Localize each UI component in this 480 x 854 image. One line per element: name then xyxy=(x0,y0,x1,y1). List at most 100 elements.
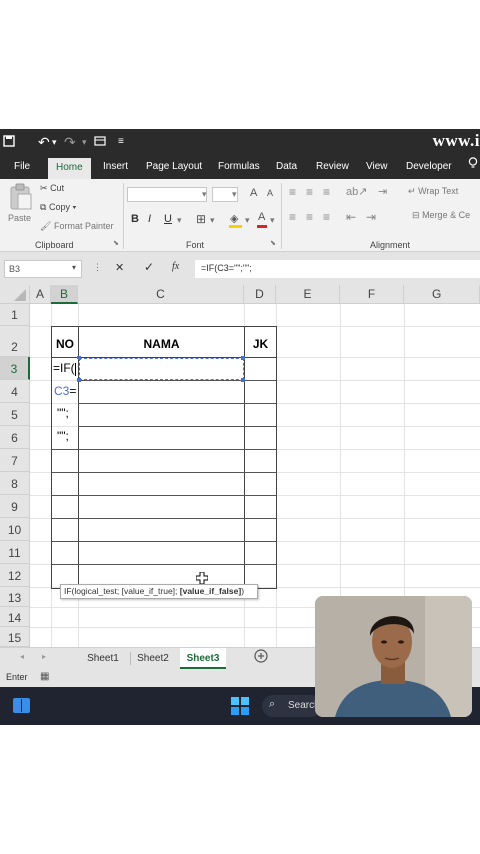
indent-icon[interactable]: ⇥ xyxy=(378,185,387,198)
taskbar-search[interactable]: ⌕ Search xyxy=(262,695,322,717)
windows-start-icon[interactable] xyxy=(231,697,249,720)
tab-file[interactable]: File xyxy=(14,155,30,179)
row-header-12[interactable]: 12 xyxy=(0,564,30,587)
sheet-tab-sheet3[interactable]: Sheet3 xyxy=(180,648,226,669)
row-header-11[interactable]: 11 xyxy=(0,541,30,564)
save-icon[interactable] xyxy=(3,133,15,151)
font-group-label: Font xyxy=(186,240,205,250)
borders-dropdown-icon[interactable]: ▾ xyxy=(210,215,215,226)
row-header-6[interactable]: 6 xyxy=(0,426,30,449)
cut-button[interactable]: ✂ Cut xyxy=(40,183,64,194)
shrink-font-button[interactable]: A xyxy=(267,188,273,198)
enter-button[interactable]: ✓ xyxy=(144,260,154,274)
scroll-right-icon[interactable]: ▸ xyxy=(42,652,46,661)
row-header-1[interactable]: 1 xyxy=(0,304,30,326)
format-painter-button[interactable]: 🖌 Format Painter xyxy=(40,221,113,232)
formula-input[interactable]: =IF(C3="";""; xyxy=(195,260,480,278)
tab-data[interactable]: Data xyxy=(276,155,297,179)
header-jk[interactable]: JK xyxy=(245,326,276,357)
merge-center-button[interactable]: ⊟ Merge & Ce xyxy=(412,210,470,221)
add-sheet-icon[interactable] xyxy=(254,649,268,668)
scroll-left-icon[interactable]: ◂ xyxy=(20,652,24,661)
row-header-15[interactable]: 15 xyxy=(0,627,30,647)
merge-icon: ⊟ xyxy=(412,210,420,220)
tab-home[interactable]: Home xyxy=(48,158,91,179)
form-icon[interactable] xyxy=(94,133,106,151)
decrease-indent-icon[interactable]: ⇤ xyxy=(346,210,356,224)
font-color-dropdown-icon[interactable]: ▾ xyxy=(270,215,275,226)
tab-review[interactable]: Review xyxy=(316,155,349,179)
column-header-b[interactable]: B xyxy=(51,285,78,304)
row-header-2[interactable]: 2 xyxy=(0,326,30,357)
orientation-icon[interactable]: ab↗ xyxy=(346,185,367,198)
row-header-5[interactable]: 5 xyxy=(0,403,30,426)
align-middle-icon[interactable]: ≡ xyxy=(306,185,313,199)
row-header-7[interactable]: 7 xyxy=(0,449,30,472)
fill-color-dropdown-icon[interactable]: ▾ xyxy=(245,215,250,226)
accessibility-icon[interactable]: ▦ xyxy=(40,671,49,682)
tab-developer[interactable]: Developer xyxy=(406,155,452,179)
tab-insert[interactable]: Insert xyxy=(103,155,128,179)
sheet-tab-sheet1[interactable]: Sheet1 xyxy=(80,648,126,669)
copy-button[interactable]: ⧉ Copy ▾ xyxy=(40,202,76,213)
header-no[interactable]: NO xyxy=(52,326,78,357)
align-bottom-icon[interactable]: ≡ xyxy=(323,185,330,199)
name-box-dropdown-icon[interactable]: ▾ xyxy=(72,263,76,272)
font-name-select[interactable] xyxy=(127,187,207,202)
header-nama[interactable]: NAMA xyxy=(79,326,244,357)
align-left-icon[interactable]: ≡ xyxy=(289,210,296,224)
row-header-9[interactable]: 9 xyxy=(0,495,30,518)
increase-indent-icon[interactable]: ⇥ xyxy=(366,210,376,224)
lightbulb-icon[interactable] xyxy=(468,155,478,179)
font-name-dropdown-icon[interactable]: ▾ xyxy=(202,189,207,200)
table-border xyxy=(51,541,277,542)
edit-equals: = xyxy=(69,384,77,398)
align-center-icon[interactable]: ≡ xyxy=(306,210,313,224)
row-header-14[interactable]: 14 xyxy=(0,607,30,627)
borders-icon[interactable]: ⊞ xyxy=(196,212,206,226)
reference-handle xyxy=(241,356,245,360)
cancel-button[interactable]: ✕ xyxy=(115,261,124,274)
cell-ref-c3: C3 xyxy=(54,384,70,398)
widgets-icon[interactable] xyxy=(13,698,30,713)
font-color-button[interactable]: A xyxy=(258,211,265,223)
align-right-icon[interactable]: ≡ xyxy=(323,210,330,224)
column-header-f[interactable]: F xyxy=(340,285,404,304)
row-header-3[interactable]: 3 xyxy=(0,357,30,380)
tab-view[interactable]: View xyxy=(366,155,388,179)
column-header-a[interactable]: A xyxy=(30,285,51,304)
italic-button[interactable]: I xyxy=(148,213,151,225)
column-header-e[interactable]: E xyxy=(276,285,340,304)
column-header-d[interactable]: D xyxy=(244,285,276,304)
tab-formulas[interactable]: Formulas xyxy=(218,155,260,179)
undo-icon[interactable]: ↶ xyxy=(38,133,50,151)
clipboard-launcher-icon[interactable]: ⬊ xyxy=(113,239,119,247)
fill-color-icon[interactable]: ◈ xyxy=(230,212,238,225)
select-all-button[interactable] xyxy=(0,285,30,304)
row-header-4[interactable]: 4 xyxy=(0,380,30,403)
underline-button[interactable]: U xyxy=(164,213,172,225)
row-header-8[interactable]: 8 xyxy=(0,472,30,495)
row-header-13[interactable]: 13 xyxy=(0,587,30,607)
font-launcher-icon[interactable]: ⬊ xyxy=(270,239,276,247)
grow-font-button[interactable]: A xyxy=(250,187,257,199)
row-header-10[interactable]: 10 xyxy=(0,518,30,541)
font-size-dropdown-icon[interactable]: ▾ xyxy=(232,189,237,200)
insert-function-button[interactable]: fx xyxy=(172,261,179,272)
wrap-text-button[interactable]: ↵ Wrap Text xyxy=(408,186,458,197)
tab-page-layout[interactable]: Page Layout xyxy=(146,155,202,179)
redo-dropdown-icon[interactable]: ▾ xyxy=(82,133,87,151)
redo-icon[interactable]: ↷ xyxy=(64,133,76,151)
underline-dropdown-icon[interactable]: ▾ xyxy=(177,215,182,226)
align-top-icon[interactable]: ≡ xyxy=(289,185,296,199)
ribbon: Paste ✂ Cut ⧉ Copy ▾ 🖌 Format Painter Cl… xyxy=(0,179,480,252)
column-header-c[interactable]: C xyxy=(78,285,244,304)
name-box[interactable]: B3 xyxy=(4,260,82,278)
column-header-g[interactable]: G xyxy=(404,285,480,304)
undo-dropdown-icon[interactable]: ▾ xyxy=(52,133,57,151)
clipboard-group-label: Clipboard xyxy=(35,240,74,250)
bold-button[interactable]: B xyxy=(131,213,139,225)
customize-qat-icon[interactable]: ≡ xyxy=(118,133,124,151)
sheet-tab-sheet2[interactable]: Sheet2 xyxy=(132,648,174,669)
search-icon: ⌕ xyxy=(269,698,276,710)
